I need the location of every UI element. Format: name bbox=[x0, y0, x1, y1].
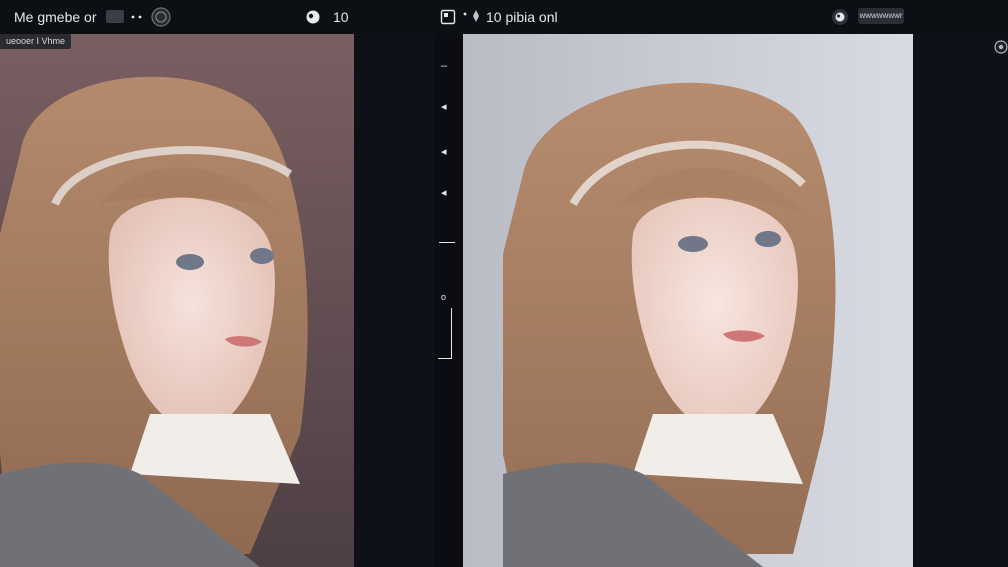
avatar-icon[interactable] bbox=[305, 9, 321, 25]
image-icon[interactable] bbox=[106, 10, 124, 23]
crop-icon[interactable] bbox=[438, 308, 452, 359]
gear-icon[interactable] bbox=[994, 40, 1008, 54]
status-badge[interactable]: wwwwwwwr bbox=[858, 8, 904, 24]
chevron-left-icon[interactable]: ◂ bbox=[441, 100, 447, 113]
square-frame-icon[interactable] bbox=[440, 9, 456, 25]
right-gutter bbox=[913, 34, 1008, 567]
tool-strip bbox=[435, 34, 463, 567]
globe-icon[interactable] bbox=[150, 6, 172, 28]
toolbar-title-right: 10 pibia onl bbox=[486, 9, 558, 25]
tool-handle-icon[interactable]: ‒ bbox=[441, 60, 447, 72]
chevron-left-icon[interactable]: ◂ bbox=[441, 186, 447, 199]
chevron-left-icon[interactable]: ◂ bbox=[441, 145, 447, 158]
right-image-preview[interactable] bbox=[463, 34, 913, 567]
brush-icon[interactable] bbox=[470, 8, 482, 24]
toolbar-title-left: Me gmebe or bbox=[14, 9, 97, 25]
dot-icon: o bbox=[441, 292, 447, 302]
divider bbox=[439, 242, 455, 243]
workspace-gap bbox=[354, 34, 435, 567]
left-image-preview[interactable] bbox=[0, 34, 354, 567]
image-label-tag: ueooer I Vhme bbox=[0, 34, 72, 49]
dot-menu-icon[interactable] bbox=[460, 10, 470, 22]
dot-menu-icon[interactable] bbox=[130, 12, 146, 22]
toolbar-counter: 10 bbox=[333, 9, 349, 25]
avatar-icon[interactable] bbox=[831, 8, 849, 26]
